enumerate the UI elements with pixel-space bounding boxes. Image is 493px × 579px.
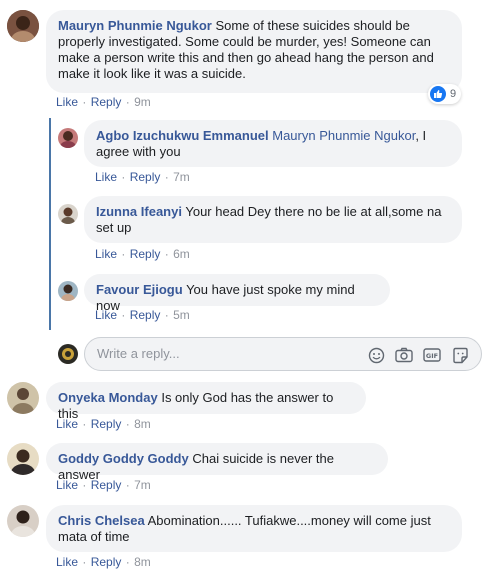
commenter-name[interactable]: Favour Ejiogu: [96, 282, 183, 297]
timestamp[interactable]: 6m: [173, 247, 190, 261]
reply-bubble: Izunna Ifeanyi Your head Dey there no be…: [84, 196, 462, 243]
commenter-name[interactable]: Mauryn Phunmie Ngukor: [58, 18, 212, 33]
comment-actions: Like · Reply · 9m: [56, 95, 151, 109]
like-link[interactable]: Like: [56, 478, 78, 492]
separator-dot: ·: [164, 308, 169, 322]
current-user-avatar: [58, 344, 78, 364]
comment-bubble: Mauryn Phunmie Ngukor Some of these suic…: [46, 10, 462, 93]
comment-actions: Like · Reply · 6m: [95, 247, 190, 261]
mention-link[interactable]: Mauryn Phunmie Ngukor: [272, 128, 415, 143]
camera-icon[interactable]: [395, 346, 413, 364]
reply-link[interactable]: Reply: [130, 247, 161, 261]
comment-bubble: Goddy Goddy Goddy Chai suicide is never …: [46, 443, 388, 482]
reply-link[interactable]: Reply: [91, 555, 122, 569]
sticker-icon[interactable]: [451, 346, 469, 364]
timestamp[interactable]: 7m: [173, 170, 190, 184]
commenter-name[interactable]: Izunna Ifeanyi: [96, 204, 182, 219]
reply-input[interactable]: [97, 346, 337, 361]
comment-actions: Like · Reply · 7m: [56, 478, 151, 492]
separator-dot: ·: [82, 417, 87, 431]
comment-bubble: Onyeka Monday Is only God has the answer…: [46, 382, 366, 421]
reply-link[interactable]: Reply: [91, 417, 122, 431]
comment-actions: Like · Reply · 8m: [56, 417, 151, 431]
like-link[interactable]: Like: [95, 170, 117, 184]
like-link[interactable]: Like: [56, 555, 78, 569]
reply-bubble: Agbo Izuchukwu Emmanuel Mauryn Phunmie N…: [84, 120, 462, 167]
separator-dot: ·: [82, 478, 87, 492]
separator-dot: ·: [164, 170, 169, 184]
separator-dot: ·: [125, 417, 130, 431]
timestamp[interactable]: 5m: [173, 308, 190, 322]
separator-dot: ·: [82, 555, 87, 569]
commenter-name[interactable]: Chris Chelsea: [58, 513, 145, 528]
commenter-name[interactable]: Goddy Goddy Goddy: [58, 451, 189, 466]
timestamp[interactable]: 8m: [134, 417, 151, 431]
timestamp[interactable]: 8m: [134, 555, 151, 569]
gif-icon[interactable]: GIF: [423, 346, 441, 364]
reply-link[interactable]: Reply: [91, 478, 122, 492]
separator-dot: ·: [82, 95, 87, 109]
like-link[interactable]: Like: [56, 95, 78, 109]
like-link[interactable]: Like: [56, 417, 78, 431]
reply-thread-line: [49, 118, 51, 330]
separator-dot: ·: [121, 170, 126, 184]
reaction-count-text: 9: [450, 88, 457, 100]
commenter-name[interactable]: Agbo Izuchukwu Emmanuel: [96, 128, 269, 143]
timestamp[interactable]: 7m: [134, 478, 151, 492]
reply-link[interactable]: Reply: [130, 308, 161, 322]
commenter-name[interactable]: Onyeka Monday: [58, 390, 158, 405]
comment-actions: Like · Reply · 8m: [56, 555, 151, 569]
avatar[interactable]: [58, 204, 78, 224]
timestamp[interactable]: 9m: [134, 95, 151, 109]
avatar[interactable]: [7, 505, 39, 537]
like-reaction-icon: [430, 86, 446, 102]
reaction-count[interactable]: 9: [428, 84, 462, 104]
reply-input-box[interactable]: GIF: [84, 337, 482, 371]
separator-dot: ·: [125, 555, 130, 569]
separator-dot: ·: [164, 247, 169, 261]
reply-link[interactable]: Reply: [130, 170, 161, 184]
comment-actions: Like · Reply · 5m: [95, 308, 190, 322]
separator-dot: ·: [125, 478, 130, 492]
separator-dot: ·: [125, 95, 130, 109]
avatar[interactable]: [7, 10, 39, 42]
separator-dot: ·: [121, 308, 126, 322]
like-link[interactable]: Like: [95, 247, 117, 261]
avatar[interactable]: [7, 443, 39, 475]
reply-toolbar: GIF: [367, 346, 469, 364]
emoji-icon[interactable]: [367, 346, 385, 364]
reply-bubble: Favour Ejiogu You have just spoke my min…: [84, 274, 390, 313]
reply-link[interactable]: Reply: [91, 95, 122, 109]
svg-text:GIF: GIF: [426, 352, 438, 360]
avatar[interactable]: [7, 382, 39, 414]
comment-bubble: Chris Chelsea Abomination...... Tufiakwe…: [46, 505, 462, 552]
separator-dot: ·: [121, 247, 126, 261]
avatar[interactable]: [58, 281, 78, 301]
avatar[interactable]: [58, 128, 78, 148]
comment-actions: Like · Reply · 7m: [95, 170, 190, 184]
like-link[interactable]: Like: [95, 308, 117, 322]
